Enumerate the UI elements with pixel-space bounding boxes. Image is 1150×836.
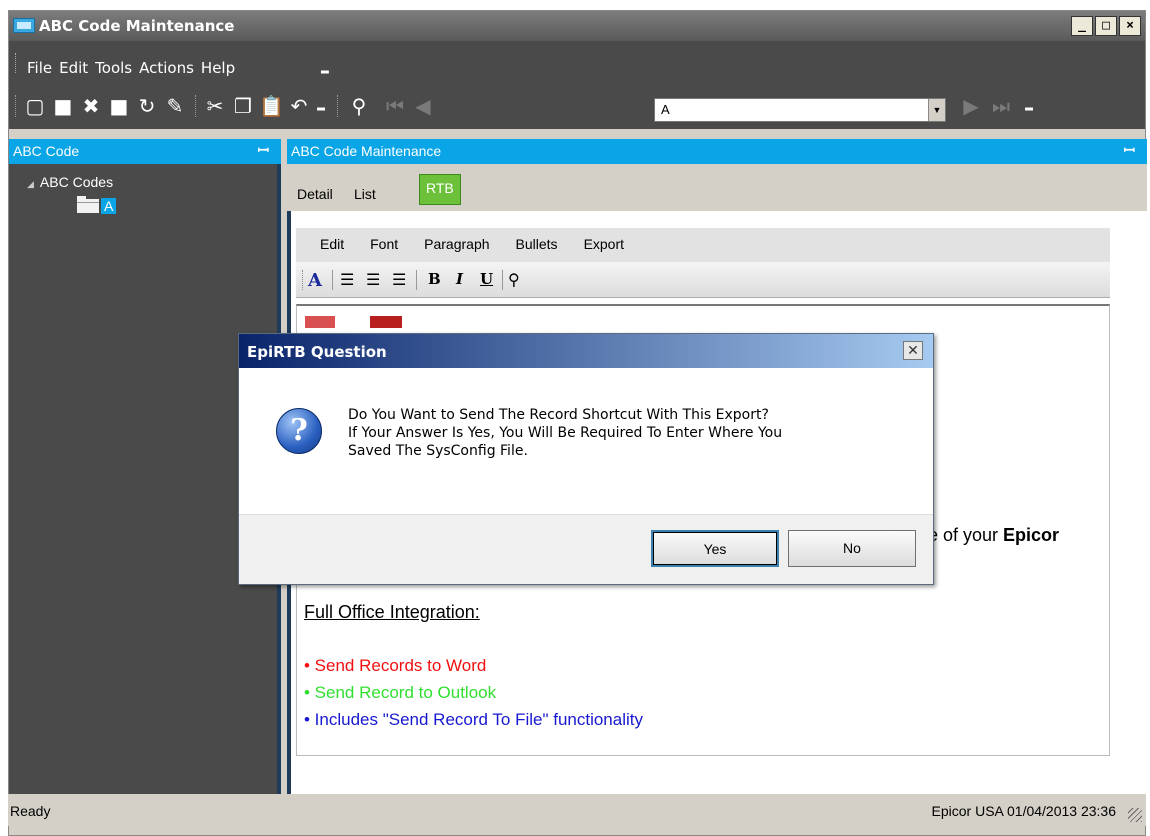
save-icon[interactable]: ■ <box>51 94 75 118</box>
align-left-icon[interactable]: ☰ <box>340 270 354 289</box>
menu-overflow-icon[interactable]: ▂ <box>321 63 329 74</box>
rtb-toolbar-grip <box>302 270 303 290</box>
dialog-message-line: Saved The SysConfig File. <box>348 443 528 459</box>
status-bar: Ready Epicor USA 01/04/2013 23:36 <box>8 794 1146 826</box>
underline-icon[interactable]: U <box>480 270 493 288</box>
rtb-toolbar: A ☰ ☰ ☰ B I U ⚲ <box>296 262 1110 298</box>
dialog-message-line: Do You Want to Send The Record Shortcut … <box>348 407 769 423</box>
last-record-icon[interactable]: ⏭ <box>989 94 1013 118</box>
rtb-menu-bullets[interactable]: Bullets <box>516 236 558 252</box>
align-right-icon[interactable]: ☰ <box>392 270 406 289</box>
rtb-separator <box>502 270 503 290</box>
tree-root-label: ABC Codes <box>39 174 114 190</box>
rtb-menu-paragraph[interactable]: Paragraph <box>424 236 489 252</box>
right-panel-title: ABC Code Maintenance <box>291 143 442 159</box>
record-search-combo[interactable]: A ▼ <box>654 98 946 122</box>
menu-actions[interactable]: Actions <box>139 59 194 77</box>
chevron-down-icon[interactable]: ▼ <box>928 99 945 121</box>
left-panel-header: ABC Code ꟷ <box>9 139 281 164</box>
no-button[interactable]: No <box>788 530 916 567</box>
menu-file[interactable]: File <box>27 59 52 77</box>
pin-icon[interactable]: ꟷ <box>1124 141 1135 160</box>
minimize-button[interactable]: _ <box>1071 16 1093 36</box>
tab-strip: Detail List RTB <box>287 164 1147 211</box>
italic-icon[interactable]: I <box>456 270 463 288</box>
search-binoculars-icon[interactable]: ⚲ <box>347 94 371 118</box>
find-binoculars-icon[interactable]: ⚲ <box>508 270 520 289</box>
paste-icon[interactable]: 📋 <box>259 94 284 118</box>
folder-icon <box>77 196 99 213</box>
expand-triangle-icon[interactable]: ◢ <box>27 179 34 189</box>
bold-icon[interactable]: B <box>428 270 441 288</box>
dialog-footer: Yes No <box>239 514 933 584</box>
refresh-icon[interactable]: ↻ <box>135 94 159 118</box>
new-icon[interactable]: ▢ <box>23 94 47 118</box>
left-panel-title: ABC Code <box>13 143 80 159</box>
image-fragment <box>305 316 335 328</box>
question-icon: ? <box>276 408 322 454</box>
yes-button[interactable]: Yes <box>651 530 779 567</box>
tree-child-node[interactable]: A <box>77 196 117 214</box>
menu-edit[interactable]: Edit <box>59 59 88 77</box>
title-bar: ABC Code Maintenance _ □ × <box>9 11 1145 41</box>
menu-tools[interactable]: Tools <box>95 59 132 77</box>
dialog-body: ? Do You Want to Send The Record Shortcu… <box>239 368 933 514</box>
dialog-title-bar: EpiRTB Question ✕ <box>239 334 933 368</box>
toolbar-separator <box>337 95 339 117</box>
maximize-button[interactable]: □ <box>1095 16 1117 36</box>
bullet-item: • Includes "Send Record To File" functio… <box>304 710 643 729</box>
doc-heading: Full Office Integration: <box>304 602 480 622</box>
rtb-menu-edit[interactable]: Edit <box>320 236 344 252</box>
undo-icon[interactable]: ↶ <box>287 94 311 118</box>
dialog-close-button[interactable]: ✕ <box>903 341 923 360</box>
toolbar: ▢ ■ ✖ ■ ↻ ✎ ✂ ❐ 📋 ↶ ▂ ⚲ ⏮ ◀ A ▼ ▶ ⏭ ▂ <box>9 83 1145 129</box>
cut-icon[interactable]: ✂ <box>203 94 227 118</box>
close-button[interactable]: × <box>1119 16 1141 36</box>
menu-grip <box>15 53 17 73</box>
menu-bar: File Edit Tools Actions Help ▂ <box>9 41 1145 83</box>
menu-help[interactable]: Help <box>201 59 235 77</box>
align-center-icon[interactable]: ☰ <box>366 270 380 289</box>
app-icon <box>13 18 35 33</box>
toolbar-overflow-icon[interactable]: ▂ <box>1017 94 1041 118</box>
bullet-item: • Send Records to Word <box>304 656 487 675</box>
toolbar-grip <box>15 95 17 117</box>
first-record-icon[interactable]: ⏮ <box>383 94 407 118</box>
delete-icon[interactable]: ✖ <box>79 94 103 118</box>
toolbar-separator <box>195 95 197 117</box>
resize-grip-icon[interactable] <box>1128 808 1142 822</box>
rtb-separator <box>416 270 417 290</box>
rtb-separator <box>332 270 333 290</box>
tree-child-label[interactable]: A <box>101 198 117 214</box>
right-panel-header: ABC Code Maintenance ꟷ <box>287 139 1147 164</box>
status-text: Ready <box>10 803 51 819</box>
image-fragment <box>370 316 402 328</box>
rtb-menu-bar: Edit Font Paragraph Bullets Export <box>296 228 1110 262</box>
status-info: Epicor USA 01/04/2013 23:36 <box>931 803 1116 819</box>
previous-record-icon[interactable]: ◀ <box>411 94 435 118</box>
pin-icon[interactable]: ꟷ <box>258 141 269 160</box>
dialog-message: Do You Want to Send The Record Shortcut … <box>348 406 782 460</box>
rtb-menu-font[interactable]: Font <box>370 236 398 252</box>
tab-rtb[interactable]: RTB <box>419 174 461 205</box>
tab-list[interactable]: List <box>354 186 376 202</box>
question-dialog: EpiRTB Question ✕ ? Do You Want to Send … <box>238 333 934 585</box>
window-title: ABC Code Maintenance <box>39 17 235 35</box>
clear-icon[interactable]: ✎ <box>163 94 187 118</box>
rtb-menu-export[interactable]: Export <box>584 236 624 252</box>
toolbar-overflow-icon[interactable]: ▂ <box>309 94 333 118</box>
font-color-icon[interactable]: A <box>308 270 322 291</box>
doc-partial-text: e of your Epicor <box>928 525 1060 545</box>
copy-icon[interactable]: ❐ <box>231 94 255 118</box>
dialog-title: EpiRTB Question <box>247 343 387 361</box>
tab-detail[interactable]: Detail <box>297 186 333 202</box>
tree-root-node[interactable]: ◢ ABC Codes <box>27 174 113 190</box>
stop-icon[interactable]: ■ <box>107 94 131 118</box>
next-record-icon[interactable]: ▶ <box>959 94 983 118</box>
dialog-message-line: If Your Answer Is Yes, You Will Be Requi… <box>348 425 783 441</box>
record-search-value: A <box>661 102 670 117</box>
bullet-item: • Send Record to Outlook <box>304 683 497 702</box>
